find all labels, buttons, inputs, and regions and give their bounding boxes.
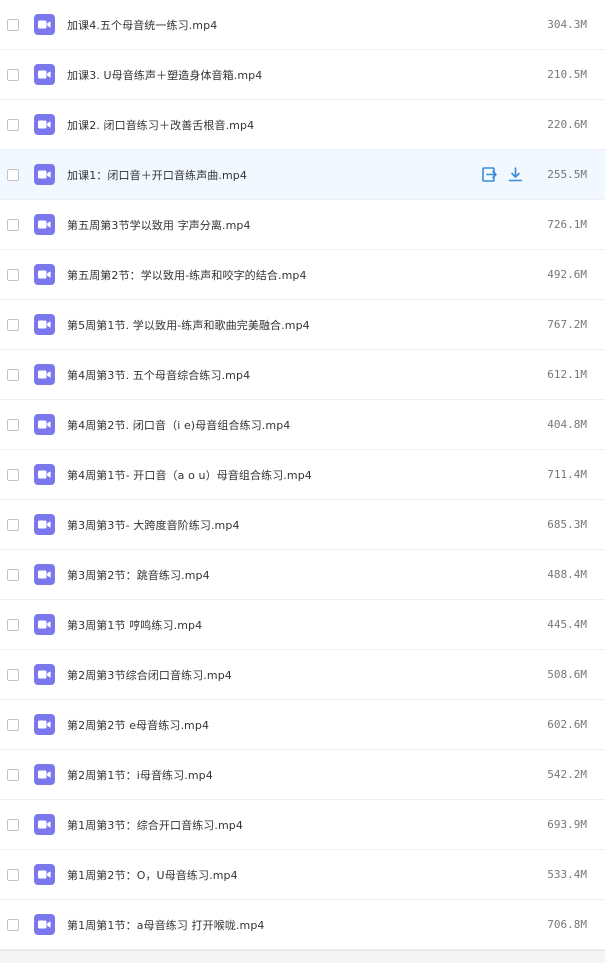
video-file-icon (34, 914, 55, 935)
horizontal-scrollbar[interactable] (0, 950, 605, 963)
file-row[interactable]: 第5周第1节. 学以致用-练声和歌曲完美融合.mp4 767.2M (0, 300, 605, 350)
file-name[interactable]: 第五周第2节：学以致用-练声和咬字的结合.mp4 (67, 267, 307, 283)
file-size: 210.5M (547, 68, 587, 81)
file-row[interactable]: 第4周第1节- 开口音（a o u）母音组合练习.mp4 711.4M (0, 450, 605, 500)
file-row[interactable]: 第3周第3节- 大跨度音阶练习.mp4 685.3M (0, 500, 605, 550)
row-checkbox[interactable] (7, 718, 19, 731)
file-size: 711.4M (547, 468, 587, 481)
video-file-icon (34, 814, 55, 835)
file-row[interactable]: 第五周第2节：学以致用-练声和咬字的结合.mp4 492.6M (0, 250, 605, 300)
file-size: 508.6M (547, 668, 587, 681)
video-file-icon (34, 714, 55, 735)
row-checkbox[interactable] (7, 518, 19, 531)
file-name[interactable]: 第4周第1节- 开口音（a o u）母音组合练习.mp4 (67, 467, 312, 483)
file-row[interactable]: 第1周第1节：a母音练习 打开喉咙.mp4 706.8M (0, 900, 605, 950)
file-size: 304.3M (547, 18, 587, 31)
file-size: 220.6M (547, 118, 587, 131)
row-checkbox[interactable] (7, 268, 19, 281)
download-icon[interactable] (506, 166, 524, 184)
file-size: 445.4M (547, 618, 587, 631)
file-row[interactable]: 第1周第2节：O，U母音练习.mp4 533.4M (0, 850, 605, 900)
video-file-icon (34, 564, 55, 585)
row-checkbox[interactable] (7, 818, 19, 831)
file-name[interactable]: 加课3. U母音练声＋塑造身体音箱.mp4 (67, 67, 262, 83)
row-checkbox[interactable] (7, 618, 19, 631)
video-file-icon (34, 464, 55, 485)
video-file-icon (34, 264, 55, 285)
file-name[interactable]: 第1周第2节：O，U母音练习.mp4 (67, 867, 238, 883)
video-file-icon (34, 764, 55, 785)
video-file-icon (34, 864, 55, 885)
row-checkbox[interactable] (7, 868, 19, 881)
file-list: 加课4.五个母音统一练习.mp4 304.3M 加课3. U母音练声＋塑造身体音箱.… (0, 0, 605, 963)
file-name[interactable]: 第4周第2节. 闭口音（i e)母音组合练习.mp4 (67, 417, 290, 433)
file-row[interactable]: 第五周第3节学以致用 字声分离.mp4 726.1M (0, 200, 605, 250)
video-file-icon (34, 414, 55, 435)
file-row[interactable]: 第3周第1节 哼鸣练习.mp4 445.4M (0, 600, 605, 650)
row-checkbox[interactable] (7, 168, 19, 181)
file-row[interactable]: 第4周第3节. 五个母音综合练习.mp4 612.1M (0, 350, 605, 400)
file-name[interactable]: 第3周第3节- 大跨度音阶练习.mp4 (67, 517, 240, 533)
file-row[interactable]: 第2周第3节综合闭口音练习.mp4 508.6M (0, 650, 605, 700)
file-size: 726.1M (547, 218, 587, 231)
file-name[interactable]: 第4周第3节. 五个母音综合练习.mp4 (67, 367, 250, 383)
file-row[interactable]: 第2周第2节 e母音练习.mp4 602.6M (0, 700, 605, 750)
video-file-icon (34, 514, 55, 535)
file-name[interactable]: 第2周第3节综合闭口音练习.mp4 (67, 667, 232, 683)
file-size: 492.6M (547, 268, 587, 281)
video-file-icon (34, 614, 55, 635)
row-checkbox[interactable] (7, 668, 19, 681)
video-file-icon (34, 64, 55, 85)
file-name[interactable]: 第2周第1节：i母音练习.mp4 (67, 767, 213, 783)
file-name[interactable]: 加课2. 闭口音练习＋改善舌根音.mp4 (67, 117, 254, 133)
file-row[interactable]: 第2周第1节：i母音练习.mp4 542.2M (0, 750, 605, 800)
row-checkbox[interactable] (7, 418, 19, 431)
file-name[interactable]: 第3周第1节 哼鸣练习.mp4 (67, 617, 202, 633)
file-size: 706.8M (547, 918, 587, 931)
row-checkbox[interactable] (7, 568, 19, 581)
file-row[interactable]: 加课1：闭口音＋开口音练声曲.mp4 255.5M (0, 150, 605, 200)
file-name[interactable]: 第1周第1节：a母音练习 打开喉咙.mp4 (67, 917, 265, 933)
row-checkbox[interactable] (7, 18, 19, 31)
file-size: 685.3M (547, 518, 587, 531)
file-size: 255.5M (547, 168, 587, 181)
file-name[interactable]: 第1周第3节：综合开口音练习.mp4 (67, 817, 243, 833)
file-size: 693.9M (547, 818, 587, 831)
file-row[interactable]: 加课4.五个母音统一练习.mp4 304.3M (0, 0, 605, 50)
row-checkbox[interactable] (7, 368, 19, 381)
file-row[interactable]: 加课2. 闭口音练习＋改善舌根音.mp4 220.6M (0, 100, 605, 150)
row-checkbox[interactable] (7, 118, 19, 131)
file-name[interactable]: 加课4.五个母音统一练习.mp4 (67, 17, 217, 33)
file-name[interactable]: 第五周第3节学以致用 字声分离.mp4 (67, 217, 251, 233)
row-checkbox[interactable] (7, 68, 19, 81)
file-size: 542.2M (547, 768, 587, 781)
file-size: 404.8M (547, 418, 587, 431)
video-file-icon (34, 214, 55, 235)
file-size: 612.1M (547, 368, 587, 381)
file-name[interactable]: 加课1：闭口音＋开口音练声曲.mp4 (67, 167, 247, 183)
file-name[interactable]: 第3周第2节：跳音练习.mp4 (67, 567, 210, 583)
file-name[interactable]: 第2周第2节 e母音练习.mp4 (67, 717, 209, 733)
row-checkbox[interactable] (7, 318, 19, 331)
file-row[interactable]: 第4周第2节. 闭口音（i e)母音组合练习.mp4 404.8M (0, 400, 605, 450)
file-row[interactable]: 第1周第3节：综合开口音练习.mp4 693.9M (0, 800, 605, 850)
video-file-icon (34, 164, 55, 185)
video-file-icon (34, 14, 55, 35)
row-checkbox[interactable] (7, 468, 19, 481)
file-row[interactable]: 加课3. U母音练声＋塑造身体音箱.mp4 210.5M (0, 50, 605, 100)
file-row[interactable]: 第3周第2节：跳音练习.mp4 488.4M (0, 550, 605, 600)
video-file-icon (34, 664, 55, 685)
video-file-icon (34, 314, 55, 335)
row-checkbox[interactable] (7, 218, 19, 231)
file-size: 533.4M (547, 868, 587, 881)
video-file-icon (34, 364, 55, 385)
file-size: 602.6M (547, 718, 587, 731)
row-checkbox[interactable] (7, 918, 19, 931)
open-in-icon[interactable] (481, 166, 499, 184)
file-size: 488.4M (547, 568, 587, 581)
file-name[interactable]: 第5周第1节. 学以致用-练声和歌曲完美融合.mp4 (67, 317, 310, 333)
row-checkbox[interactable] (7, 768, 19, 781)
video-file-icon (34, 114, 55, 135)
file-size: 767.2M (547, 318, 587, 331)
